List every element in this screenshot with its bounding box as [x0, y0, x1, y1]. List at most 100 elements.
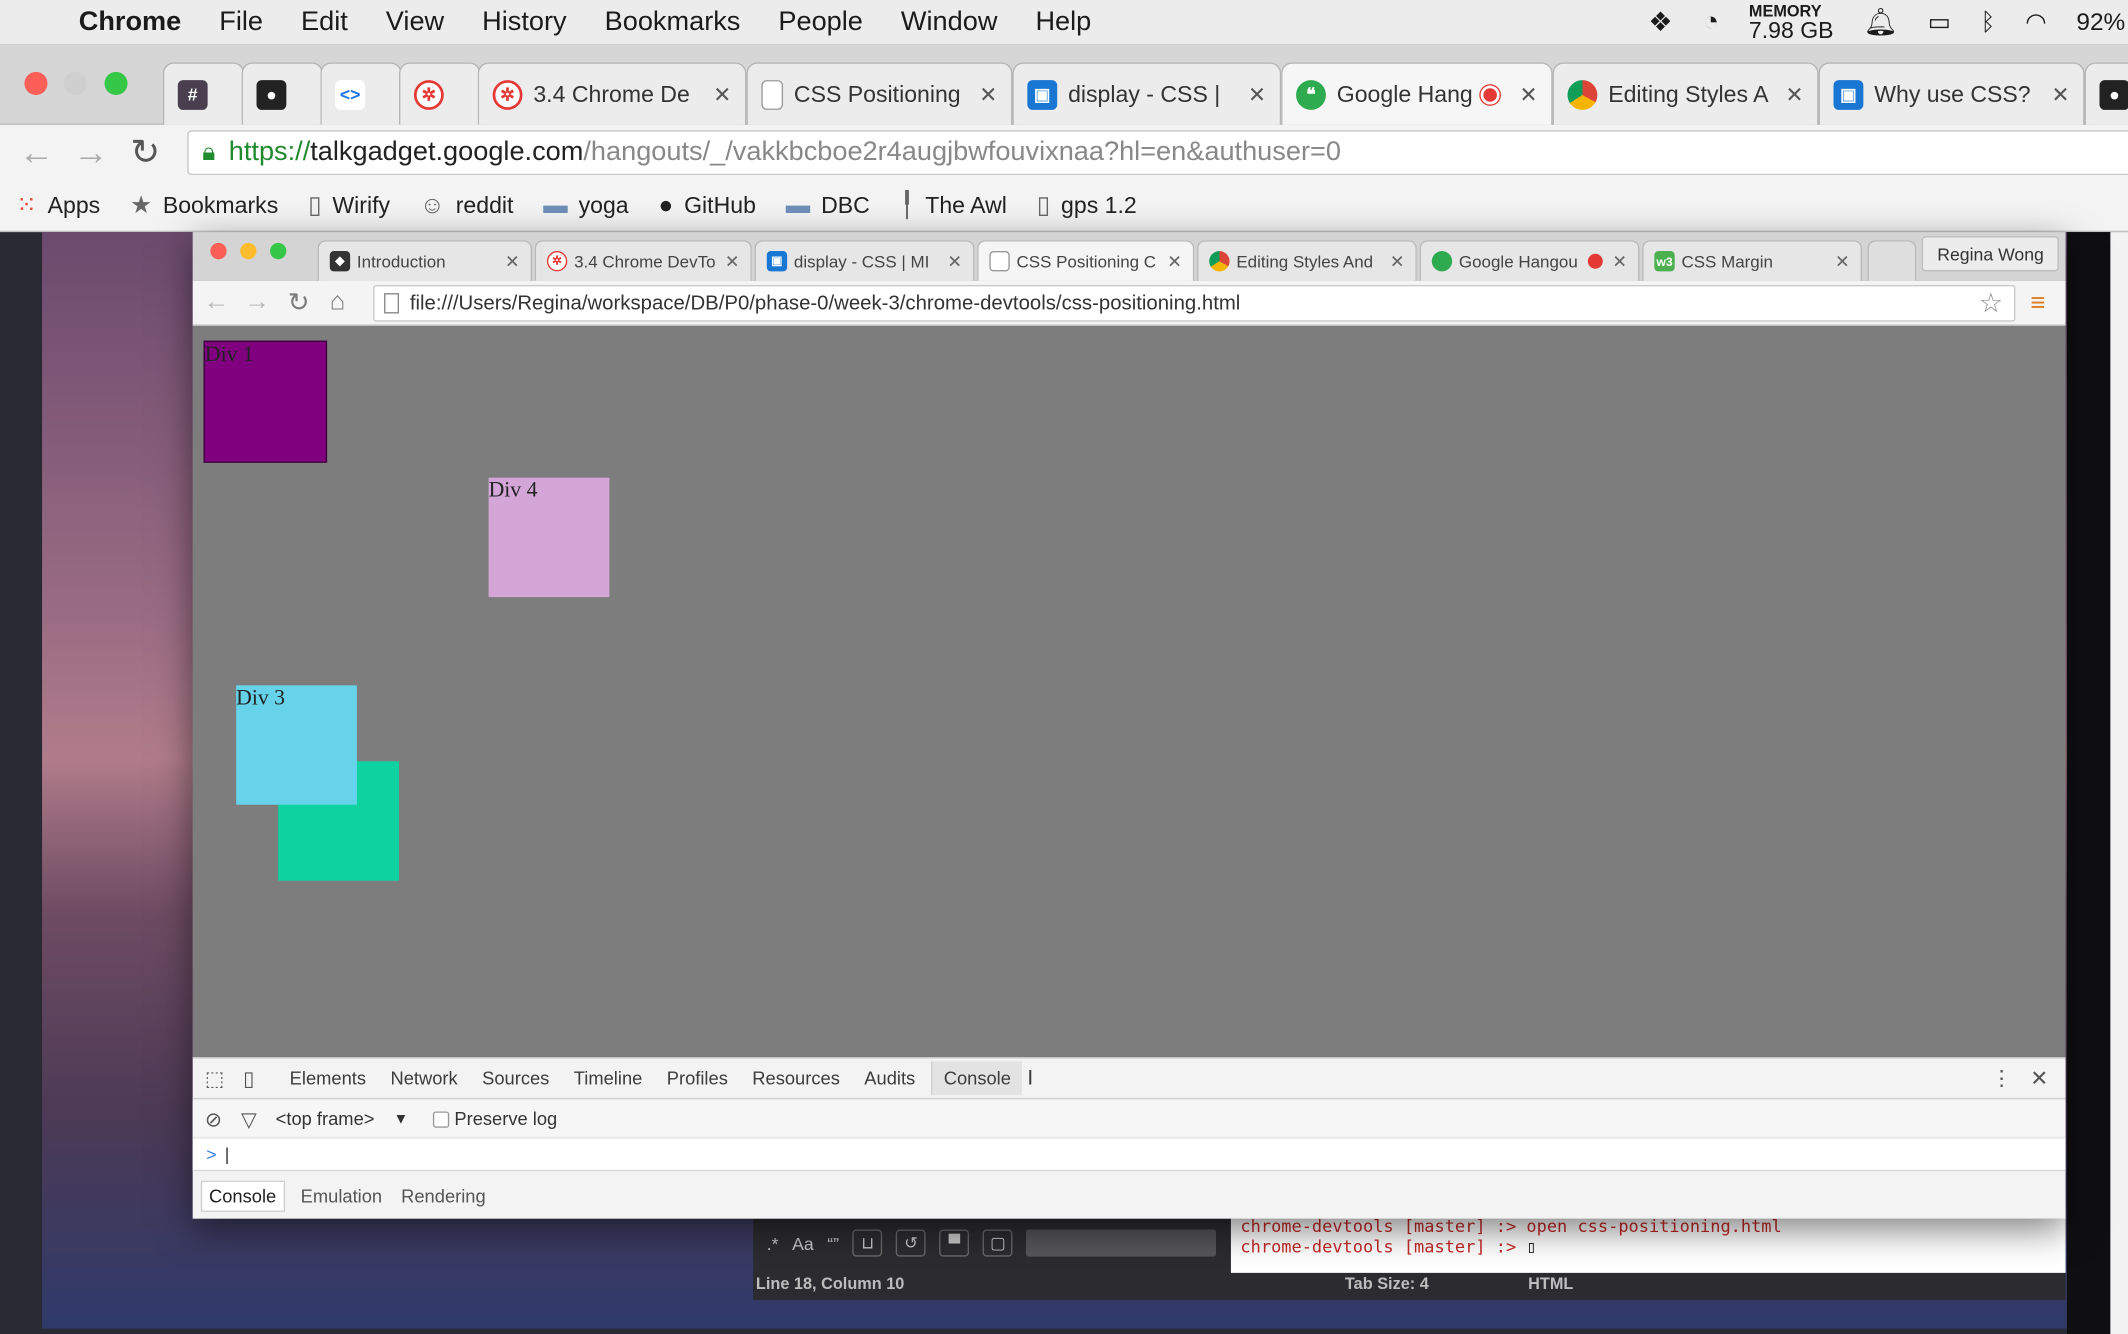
outer-tab-11[interactable]: ●: [2084, 62, 2128, 125]
outer-tab-1[interactable]: #: [162, 62, 245, 125]
menu-help[interactable]: Help: [1035, 7, 1091, 38]
outer-tab-10[interactable]: ▣ Why use CSS? ✕: [1818, 62, 2085, 125]
div-4[interactable]: Div 4: [488, 477, 610, 598]
devtools-tab-elements[interactable]: Elements: [290, 1068, 366, 1088]
case-icon[interactable]: Aa: [792, 1233, 814, 1253]
syntax-mode[interactable]: HTML: [1528, 1274, 1573, 1293]
new-tab-button[interactable]: [1867, 240, 1917, 281]
outer-tab-4[interactable]: ✲: [398, 62, 481, 125]
menu-edit[interactable]: Edit: [301, 7, 348, 38]
back-arrow-icon[interactable]: ←: [19, 132, 54, 174]
inner-address-bar[interactable]: file:///Users/Regina/workspace/DB/P0/pha…: [373, 284, 2016, 322]
home-icon[interactable]: ⌂: [330, 288, 346, 318]
bookmark-yoga[interactable]: ▬ yoga: [543, 191, 628, 219]
dropbox-icon[interactable]: ❖: [1648, 5, 1672, 39]
memory-indicator[interactable]: MEMORY 7.98 GB: [1749, 2, 1834, 42]
frame-select[interactable]: <top frame> ▼: [276, 1109, 409, 1129]
close-tab-icon[interactable]: ✕: [947, 250, 962, 272]
chrome-menu-icon[interactable]: ≡: [2030, 289, 2045, 319]
highlight-icon[interactable]: ▢: [982, 1229, 1013, 1257]
close-tab-icon[interactable]: ✕: [1785, 81, 1803, 108]
menu-people[interactable]: People: [778, 7, 863, 38]
wifi-icon[interactable]: ◠: [2025, 8, 2046, 36]
bookmark-github[interactable]: ● GitHub: [658, 191, 755, 219]
div-1[interactable]: Div 1: [203, 340, 328, 463]
device-mode-icon[interactable]: ▯: [243, 1066, 254, 1090]
menu-bookmarks[interactable]: Bookmarks: [605, 7, 741, 38]
forward-arrow-icon[interactable]: →: [244, 288, 270, 318]
back-arrow-icon[interactable]: ←: [204, 288, 230, 318]
outer-address-bar[interactable]: 🔒︎ https:// talkgadget.google.com /hango…: [187, 130, 2128, 176]
inner-tab-7[interactable]: w3 CSS Margin ✕: [1642, 240, 1862, 281]
battery-percent[interactable]: 92%: [2076, 8, 2125, 36]
editor-find-input[interactable]: [1026, 1229, 1217, 1257]
profile-button[interactable]: Regina Wong: [1922, 236, 2059, 272]
inner-tab-1[interactable]: ◆ Introduction ✕: [317, 240, 532, 281]
bluetooth-icon[interactable]: ᛒ: [1981, 8, 1996, 36]
clear-console-icon[interactable]: ⊘: [205, 1107, 222, 1131]
minimize-window-icon[interactable]: [63, 71, 87, 95]
inner-tab-5[interactable]: Editing Styles And ✕: [1196, 240, 1417, 281]
devtools-tab-sources[interactable]: Sources: [482, 1068, 549, 1088]
devtools-tab-console[interactable]: Console: [931, 1061, 1022, 1096]
devtools-tab-resources[interactable]: Resources: [752, 1068, 840, 1088]
zoom-window-icon[interactable]: [104, 71, 128, 95]
close-tab-icon[interactable]: ✕: [1835, 250, 1850, 272]
devtools-tab-profiles[interactable]: Profiles: [667, 1068, 728, 1088]
preserve-log-checkbox[interactable]: [432, 1110, 449, 1128]
bookmark-apps[interactable]: ⁙ Apps: [16, 191, 100, 219]
forward-arrow-icon[interactable]: →: [73, 132, 108, 174]
outer-tab-3[interactable]: <>: [320, 62, 402, 125]
div-3[interactable]: Div 3: [236, 685, 357, 805]
close-window-icon[interactable]: [24, 71, 48, 95]
bookmark-reddit[interactable]: ☺ reddit: [420, 191, 514, 219]
close-tab-icon[interactable]: ✕: [2051, 81, 2069, 108]
sync-icon[interactable]: ◔: [1703, 7, 1719, 38]
notification-bell-icon[interactable]: 🔔︎: [1863, 5, 1897, 39]
drawer-tab-emulation[interactable]: Emulation: [298, 1180, 385, 1211]
tab-size[interactable]: Tab Size: 4: [1345, 1274, 1429, 1293]
menu-app-name[interactable]: Chrome: [79, 7, 182, 38]
outer-tab-6[interactable]: CSS Positioning ✕: [746, 62, 1013, 125]
close-tab-icon[interactable]: ✕: [1248, 81, 1266, 108]
menu-file[interactable]: File: [219, 7, 263, 38]
close-tab-icon[interactable]: ✕: [1612, 250, 1627, 272]
inspect-element-icon[interactable]: ⬚: [205, 1066, 224, 1090]
zoom-window-icon[interactable]: [270, 242, 287, 260]
close-window-icon[interactable]: [210, 242, 227, 260]
loop-icon[interactable]: ↺: [896, 1229, 926, 1257]
minimize-window-icon[interactable]: [240, 242, 257, 260]
devtools-tab-timeline[interactable]: Timeline: [574, 1068, 643, 1088]
outer-tab-2[interactable]: ●: [241, 62, 323, 125]
inner-tab-6[interactable]: Google Hangou ✕: [1419, 240, 1640, 281]
more-options-icon[interactable]: ⋮: [1991, 1065, 2013, 1092]
regex-icon[interactable]: .*: [767, 1233, 779, 1253]
bookmark-dbc[interactable]: ▬ DBC: [786, 191, 870, 219]
close-tab-icon[interactable]: ✕: [725, 250, 740, 272]
close-tab-icon[interactable]: ✕: [1519, 81, 1537, 108]
drawer-tab-rendering[interactable]: Rendering: [398, 1180, 488, 1211]
airplay-icon[interactable]: ▭: [1928, 8, 1951, 36]
outer-tab-active[interactable]: ❝ Google Hang ✕: [1281, 62, 1553, 125]
devtools-tab-network[interactable]: Network: [390, 1068, 457, 1088]
selection-icon[interactable]: ▀: [939, 1229, 970, 1257]
reload-icon[interactable]: ↻: [128, 132, 163, 174]
outer-tab-7[interactable]: ▣ display - CSS | ✕: [1012, 62, 1282, 125]
inner-tab-3[interactable]: ▣ display - CSS | MI ✕: [754, 240, 975, 281]
bookmark-star-icon[interactable]: ☆: [1979, 286, 2003, 320]
quote-icon[interactable]: “”: [827, 1233, 839, 1253]
close-tab-icon[interactable]: ✕: [505, 250, 520, 272]
reload-icon[interactable]: ↻: [288, 288, 310, 319]
devtools-tab-audits[interactable]: Audits: [864, 1068, 915, 1088]
menu-window[interactable]: Window: [901, 7, 998, 38]
bookmark-bookmarks[interactable]: ★ Bookmarks: [130, 191, 278, 219]
outer-tab-5[interactable]: ✲ 3.4 Chrome De ✕: [477, 62, 747, 125]
close-devtools-icon[interactable]: ✕: [2030, 1065, 2048, 1092]
menu-view[interactable]: View: [386, 7, 444, 38]
bookmark-the-awl[interactable]: ╿ The Awl: [900, 191, 1007, 219]
outer-tab-9[interactable]: Editing Styles A ✕: [1552, 62, 1819, 125]
bookmark-gps[interactable]: ▯ gps 1.2: [1037, 191, 1137, 219]
filter-icon[interactable]: ▽: [241, 1107, 257, 1131]
close-tab-icon[interactable]: ✕: [1390, 250, 1405, 272]
inner-tab-2[interactable]: ✲ 3.4 Chrome DevTo ✕: [534, 240, 752, 281]
